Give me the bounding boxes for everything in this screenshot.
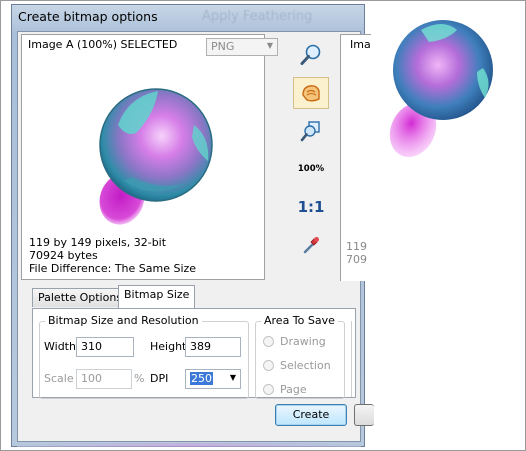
image-a-preview[interactable]: Image A (100%) SELECTED PNG ▼ 119 by 149… xyxy=(21,34,278,280)
height-label: Height xyxy=(150,340,187,353)
bitmap-preview-image xyxy=(99,88,213,225)
radio-page[interactable] xyxy=(263,384,274,395)
scale-field[interactable]: 100 xyxy=(76,369,132,389)
width-label: Width xyxy=(44,340,76,353)
image-a-size: 70924 bytes xyxy=(29,249,98,262)
format-value: PNG xyxy=(211,40,235,53)
background-bitmap xyxy=(389,20,493,158)
scale-label: Scale xyxy=(44,372,74,385)
tab-bitmap-size[interactable]: Bitmap Size xyxy=(118,285,196,308)
image-b-size: 709 xyxy=(346,253,367,266)
tab-palette-options[interactable]: Palette Options xyxy=(32,288,129,307)
image-a-difference: File Difference: The Same Size xyxy=(29,262,197,275)
height-field[interactable]: 389 xyxy=(185,337,241,357)
panel-divider xyxy=(351,321,352,397)
dpi-value: 250 xyxy=(190,372,213,385)
chevron-down-icon: ▼ xyxy=(229,373,236,382)
radio-page-label: Page xyxy=(280,383,307,396)
bitmap-size-tab-panel: Bitmap Size and Resolution Width 310 Hei… xyxy=(32,308,356,399)
image-b-dimensions: 119 xyxy=(346,240,367,253)
radio-selection[interactable] xyxy=(263,360,274,371)
pan-hand-icon xyxy=(302,85,320,102)
dialog-client-area: Image A (100%) SELECTED PNG ▼ 119 by 149… xyxy=(17,31,374,442)
radio-selection-label: Selection xyxy=(280,359,331,372)
image-a-label: Image A (100%) SELECTED xyxy=(28,38,178,51)
image-b-label: Ima xyxy=(350,38,371,51)
actual-size-button[interactable]: 1:1 xyxy=(294,192,328,222)
dialog-title: Create bitmap options xyxy=(18,9,158,24)
radio-drawing-label: Drawing xyxy=(280,335,326,348)
create-bitmap-dialog: Apply Feathering Create bitmap options I… xyxy=(11,4,374,447)
radio-drawing[interactable] xyxy=(263,336,274,347)
width-field[interactable]: 310 xyxy=(76,337,134,357)
scale-unit: % xyxy=(134,372,145,385)
zoom-out-icon xyxy=(300,121,320,142)
preview-toolbar: 100% 1:1 xyxy=(293,40,329,280)
color-picker-icon xyxy=(303,237,319,254)
zoom-100-button[interactable]: 100% xyxy=(294,154,328,184)
pan-button[interactable] xyxy=(293,77,329,109)
cancel-button-partial[interactable] xyxy=(354,404,374,426)
area-to-save-label: Area To Save xyxy=(261,314,338,327)
dpi-select[interactable]: 250 ▼ xyxy=(185,369,241,389)
image-b-preview[interactable]: Ima 119 709 xyxy=(340,34,371,281)
color-picker-button[interactable] xyxy=(294,230,328,260)
background-window-title: Apply Feathering xyxy=(202,9,313,24)
chevron-down-icon: ▼ xyxy=(266,41,273,50)
zoom-in-button[interactable] xyxy=(294,40,328,70)
image-a-dimensions: 119 by 149 pixels, 32-bit xyxy=(29,236,167,249)
zoom-in-icon xyxy=(300,44,321,65)
dpi-label: DPI xyxy=(150,372,169,385)
zoom-out-button[interactable] xyxy=(294,116,328,146)
create-button[interactable]: Create xyxy=(275,404,347,426)
window-shadow-strip xyxy=(17,443,361,447)
bitmap-size-group-label: Bitmap Size and Resolution xyxy=(45,314,202,327)
format-select[interactable]: PNG ▼ xyxy=(206,38,278,56)
